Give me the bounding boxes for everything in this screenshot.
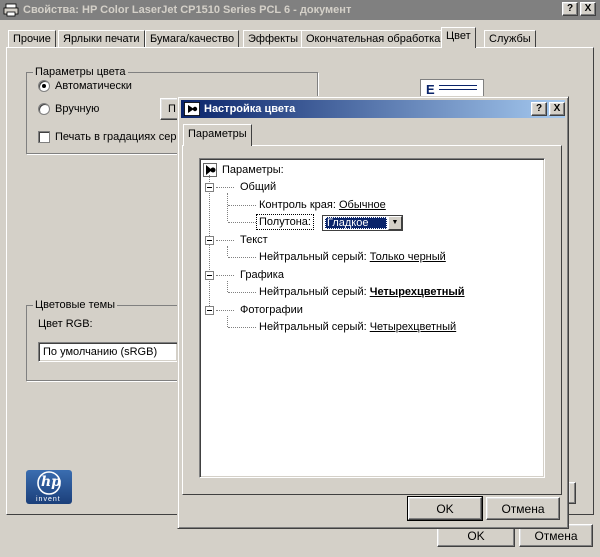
tree-line-photos-gray bbox=[228, 327, 256, 328]
general-collapse-toggle[interactable] bbox=[205, 183, 214, 192]
tree-line-graphics-gray bbox=[228, 292, 256, 293]
photos-gray-label: Нейтральный серый: bbox=[259, 321, 367, 333]
color-params-label: Параметры цвета bbox=[33, 66, 128, 78]
tree-line-photos bbox=[227, 316, 228, 327]
auto-radio-dot[interactable] bbox=[38, 80, 50, 92]
auto-radio-label: Автоматически bbox=[55, 80, 132, 92]
tab-color[interactable]: Цвет bbox=[441, 27, 476, 48]
halftone-selected-value[interactable]: Гладкое bbox=[325, 217, 387, 229]
tree-graphics-label: Графика bbox=[240, 269, 284, 281]
photos-gray-value[interactable]: Четырехцветный bbox=[370, 321, 456, 333]
manual-radio-label: Вручную bbox=[55, 103, 100, 115]
tree-line-text-gray bbox=[228, 257, 256, 258]
chevron-down-icon[interactable]: ▼ bbox=[388, 216, 402, 230]
parameters-root-icon bbox=[203, 163, 217, 177]
preview-line-2 bbox=[439, 89, 477, 90]
hp-invent-text: invent bbox=[36, 496, 61, 503]
outer-window-title: Свойства: HP Color LaserJet CP1510 Serie… bbox=[23, 4, 352, 16]
grayscale-checkbox-box[interactable] bbox=[38, 131, 50, 143]
rgb-color-select[interactable]: По умолчанию (sRGB) bbox=[38, 342, 178, 362]
text-collapse-toggle[interactable] bbox=[205, 236, 214, 245]
outer-help-button[interactable]: ? bbox=[562, 2, 578, 16]
tab-finishing[interactable]: Окончательная обработка bbox=[301, 30, 446, 48]
color-themes-label: Цветовые темы bbox=[33, 299, 118, 311]
tree-branch-text bbox=[216, 240, 234, 241]
grayscale-checkbox[interactable]: Печать в градациях серо bbox=[38, 131, 183, 143]
tree-general-label: Общий bbox=[240, 181, 277, 193]
edge-control-label: Контроль края: bbox=[259, 199, 336, 211]
dialog-title-bar[interactable]: Настройка цвета ? X bbox=[181, 100, 565, 118]
dialog-title: Настройка цвета bbox=[204, 103, 296, 115]
printer-icon bbox=[3, 3, 19, 17]
outer-title-bar[interactable]: Свойства: HP Color LaserJet CP1510 Serie… bbox=[0, 0, 600, 20]
tab-prochie[interactable]: Прочие bbox=[8, 30, 56, 48]
grayscale-checkbox-label: Печать в градациях серо bbox=[55, 131, 183, 143]
edge-control-item[interactable]: Контроль края: Обычное bbox=[259, 199, 386, 211]
preview-letter: E bbox=[426, 82, 435, 97]
tree-root-label: Параметры: bbox=[222, 164, 284, 176]
tree-branch-general bbox=[216, 187, 234, 188]
text-gray-value[interactable]: Только черный bbox=[370, 251, 446, 263]
graphics-gray-item[interactable]: Нейтральный серый: Четырехцветный bbox=[259, 286, 465, 298]
preview-line-1 bbox=[439, 85, 477, 86]
tab-paper-quality[interactable]: Бумага/качество bbox=[145, 30, 240, 48]
tree-line-edge bbox=[228, 205, 256, 206]
dialog-close-button[interactable]: X bbox=[549, 102, 565, 116]
rgb-color-label: Цвет RGB: bbox=[38, 318, 93, 330]
tab-print-shortcuts[interactable]: Ярлыки печати bbox=[58, 30, 145, 48]
text-gray-item[interactable]: Нейтральный серый: Только черный bbox=[259, 251, 446, 263]
halftone-select[interactable]: Гладкое ▼ bbox=[322, 215, 403, 231]
text-gray-label: Нейтральный серый: bbox=[259, 251, 367, 263]
tree-text-label: Текст bbox=[240, 234, 268, 246]
outer-about-button-edge[interactable] bbox=[568, 482, 576, 504]
graphics-gray-value[interactable]: Четырехцветный bbox=[370, 286, 465, 298]
auto-radio[interactable]: Автоматически bbox=[38, 80, 132, 92]
tree-branch-graphics bbox=[216, 275, 234, 276]
photos-collapse-toggle[interactable] bbox=[205, 306, 214, 315]
tab-parameters[interactable]: Параметры bbox=[183, 124, 252, 146]
dialog-ok-button[interactable]: OK bbox=[407, 496, 483, 521]
hp-logo: hp invent bbox=[26, 470, 72, 504]
color-settings-icon bbox=[184, 102, 200, 116]
tree-line-general bbox=[227, 193, 228, 221]
tree-line-text bbox=[227, 246, 228, 256]
outer-close-button[interactable]: X bbox=[580, 2, 596, 16]
tree-photos-label: Фотографии bbox=[240, 304, 303, 316]
tree-line-graphics bbox=[227, 281, 228, 292]
hp-logo-text: hp bbox=[41, 474, 61, 490]
tab-effects[interactable]: Эффекты bbox=[243, 30, 304, 48]
edge-control-value[interactable]: Обычное bbox=[339, 199, 386, 211]
manual-radio-dot[interactable] bbox=[38, 103, 50, 115]
tab-services[interactable]: Службы bbox=[484, 30, 536, 48]
graphics-gray-label: Нейтральный серый: bbox=[259, 286, 367, 298]
dialog-cancel-button[interactable]: Отмена bbox=[486, 497, 560, 520]
graphics-collapse-toggle[interactable] bbox=[205, 271, 214, 280]
tree-branch-photos bbox=[216, 310, 234, 311]
tree-line-halftone bbox=[228, 222, 256, 223]
photos-gray-item[interactable]: Нейтральный серый: Четырехцветный bbox=[259, 321, 456, 333]
manual-radio[interactable]: Вручную bbox=[38, 103, 99, 115]
dialog-help-button[interactable]: ? bbox=[531, 102, 547, 116]
halftone-label: Полутона: bbox=[256, 214, 314, 230]
